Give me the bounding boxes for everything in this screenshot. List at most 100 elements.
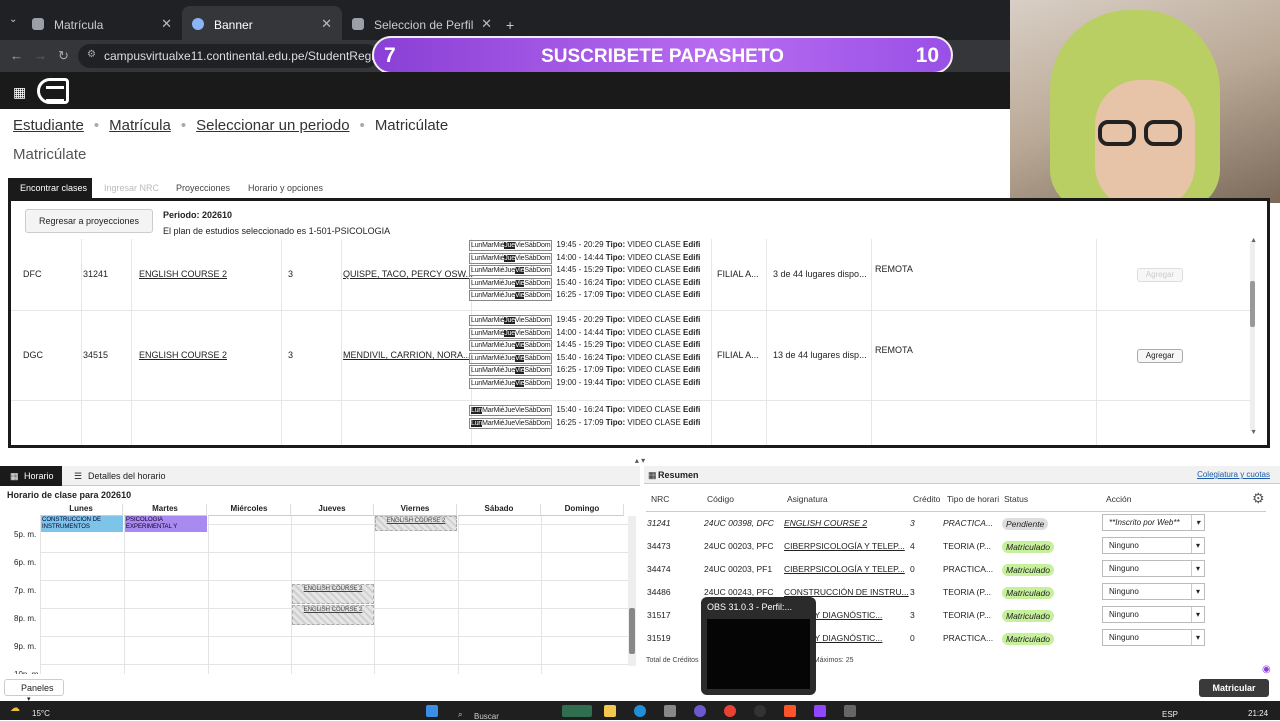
day-indicator: LunMarMiéJueVieSábDom xyxy=(469,340,553,351)
overlay-banner: 7 SUSCRIBETE PAPASHETO 10 xyxy=(372,36,953,74)
calendar-scrollbar[interactable] xyxy=(628,516,636,666)
store-icon[interactable] xyxy=(664,705,676,717)
action-select[interactable]: Ninguno xyxy=(1102,560,1205,577)
chrome-icon[interactable] xyxy=(724,705,736,717)
course-link[interactable]: ENGLISH COURSE 2 xyxy=(139,269,227,279)
results-scrollbar[interactable] xyxy=(1250,241,1255,431)
tab-proyecciones[interactable]: Proyecciones xyxy=(176,178,230,198)
meeting-type-label: Tipo: xyxy=(605,417,626,427)
column-divider xyxy=(711,401,712,445)
action-select[interactable]: **Inscrito por Web** xyxy=(1102,514,1205,531)
meeting-time: 14:45 - 15:29 xyxy=(556,265,604,274)
back-to-projections-button[interactable]: Regresar a proyecciones xyxy=(25,209,153,233)
site-info-icon[interactable]: ⚙ xyxy=(87,49,96,60)
action-select[interactable]: Ninguno xyxy=(1102,629,1205,646)
browser-tab-matricula[interactable]: Matrícula ✕ xyxy=(22,6,182,40)
day-label: Lun xyxy=(471,242,483,249)
language-indicator[interactable]: ESP xyxy=(1162,710,1178,719)
tab-detalles-horario[interactable]: ☰ Detalles del horario xyxy=(64,466,174,486)
obs-preview xyxy=(707,619,810,689)
clock[interactable]: 21:24 xyxy=(1248,709,1268,718)
windows-start-icon[interactable] xyxy=(426,705,438,717)
calendar-event[interactable]: PSICOLOGIA EXPERIMENTAL Y xyxy=(125,516,207,532)
url-input[interactable]: ⚙ campusvirtualxe11.continental.edu.pe/S… xyxy=(78,44,378,68)
widget-icon[interactable] xyxy=(562,705,592,717)
tuition-link[interactable]: Colegiatura y cuotas xyxy=(1197,470,1270,479)
add-button[interactable]: Agregar xyxy=(1137,349,1183,363)
scrollbar-thumb[interactable] xyxy=(629,608,635,654)
panels-button[interactable]: Paneles ▾ xyxy=(4,679,64,703)
action-select[interactable]: Ninguno xyxy=(1102,606,1205,623)
app-icon[interactable] xyxy=(844,705,856,717)
breadcrumb-seleccionar-periodo[interactable]: Seleccionar un periodo xyxy=(196,117,349,134)
column-divider xyxy=(281,401,282,445)
breadcrumb-matricula[interactable]: Matrícula xyxy=(109,117,171,134)
meeting-type: VIDEO CLASE xyxy=(627,327,681,337)
close-icon[interactable]: ✕ xyxy=(161,16,172,32)
browser-tab-banner[interactable]: Banner ✕ xyxy=(182,6,342,40)
summary-subject[interactable]: CIBERPSICOLOGÍA Y TELEP... xyxy=(784,564,905,574)
summary-subject[interactable]: ENGLISH COURSE 2 xyxy=(784,518,867,528)
breadcrumb-estudiante[interactable]: Estudiante xyxy=(13,117,84,134)
seats-available: 13 de 44 lugares disp... xyxy=(773,350,867,360)
close-icon[interactable]: ✕ xyxy=(481,16,492,32)
calendar-day-header: Lunes xyxy=(40,504,123,516)
calendar-event[interactable]: ENGLISH COURSE 2 xyxy=(292,584,374,604)
reload-icon[interactable]: ↻ xyxy=(58,48,69,64)
action-select[interactable]: Ninguno xyxy=(1102,537,1205,554)
summary-column-header: Status xyxy=(1004,494,1029,504)
day-indicator: LunMarMiéJueVieSábDom xyxy=(469,252,553,264)
day-label: Vie xyxy=(514,317,525,324)
calendar-event[interactable]: ENGLISH COURSE 2 xyxy=(292,605,374,625)
meeting-time: 16:25 - 17:09 xyxy=(556,290,604,299)
column-divider xyxy=(1096,311,1097,400)
day-label: Lun xyxy=(471,254,483,262)
scroll-down-icon[interactable]: ▼ xyxy=(1250,429,1257,436)
continental-logo[interactable] xyxy=(37,78,69,104)
calendar-event[interactable]: CONSTRUCCION DE INSTRUMENTOS xyxy=(41,516,123,532)
search-icon[interactable]: ⌕ xyxy=(458,710,462,720)
twitch-icon[interactable] xyxy=(814,705,826,717)
summary-subject[interactable]: CONSTRUCCIÓN DE INSTRU... xyxy=(784,587,909,597)
tab-horario-opciones[interactable]: Horario y opciones xyxy=(248,178,323,198)
course-link[interactable]: ENGLISH COURSE 2 xyxy=(139,350,227,360)
obs-icon[interactable] xyxy=(754,705,766,717)
day-indicator: LunMarMiéJueVieSábDom xyxy=(469,277,553,289)
browser-tab-seleccion[interactable]: Seleccion de Perfil ✕ xyxy=(342,6,502,40)
url-text: campusvirtualxe11.continental.edu.pe/Stu… xyxy=(104,49,378,63)
file-explorer-icon[interactable] xyxy=(604,705,616,717)
tab-ingresar-nrc[interactable]: Ingresar NRC xyxy=(104,178,159,198)
scroll-up-icon[interactable]: ▲ xyxy=(1250,237,1257,244)
day-label: Mié xyxy=(493,254,505,262)
tab-horario[interactable]: ▦ Horario xyxy=(0,466,62,486)
summary-nrc: 34486 xyxy=(647,587,671,597)
day-label: Vie xyxy=(514,419,525,427)
back-icon[interactable]: ← xyxy=(10,48,23,63)
brave-icon[interactable] xyxy=(784,705,796,717)
new-tab-button[interactable]: + xyxy=(506,17,514,33)
day-label: Jue xyxy=(504,292,515,299)
action-select[interactable]: Ninguno xyxy=(1102,583,1205,600)
calendar-event[interactable]: ENGLISH COURSE 2 xyxy=(375,516,457,531)
meeting-type-label: Tipo: xyxy=(605,340,626,349)
panel-resize-handle[interactable]: ▴ ▾ xyxy=(606,456,674,466)
tab-list-icon[interactable]: ⌄ xyxy=(9,14,17,25)
matricular-button[interactable]: Matricular xyxy=(1199,679,1269,697)
weather-icon[interactable]: ☁ xyxy=(10,703,20,714)
obs-preview-popup[interactable]: OBS 31.0.3 - Perfil:... xyxy=(701,597,816,695)
discord-icon[interactable] xyxy=(694,705,706,717)
summary-subject[interactable]: CIBERPSICOLOGÍA Y TELEP... xyxy=(784,541,905,551)
gear-icon[interactable]: ⚙ xyxy=(1252,490,1265,507)
forward-icon[interactable]: → xyxy=(34,48,47,63)
instructor-link[interactable]: QUISPE, TACO, PERCY OSW... xyxy=(343,269,473,279)
close-icon[interactable]: ✕ xyxy=(321,16,332,32)
schedule-tabs: ▦ Horario ☰ Detalles del horario xyxy=(0,466,640,486)
apps-grid-icon[interactable]: ▦ xyxy=(13,84,26,101)
scrollbar-thumb[interactable] xyxy=(1250,281,1255,327)
assistant-icon[interactable]: ◉ xyxy=(1262,664,1271,675)
tab-encontrar-clases[interactable]: Encontrar clases xyxy=(8,178,92,198)
day-indicator: LunMarMiéJueVieSábDom xyxy=(469,327,553,339)
edge-icon[interactable] xyxy=(634,705,646,717)
instructor-link[interactable]: MENDIVIL, CARRION, NORA... xyxy=(343,350,471,360)
day-label: Jue xyxy=(504,267,515,274)
